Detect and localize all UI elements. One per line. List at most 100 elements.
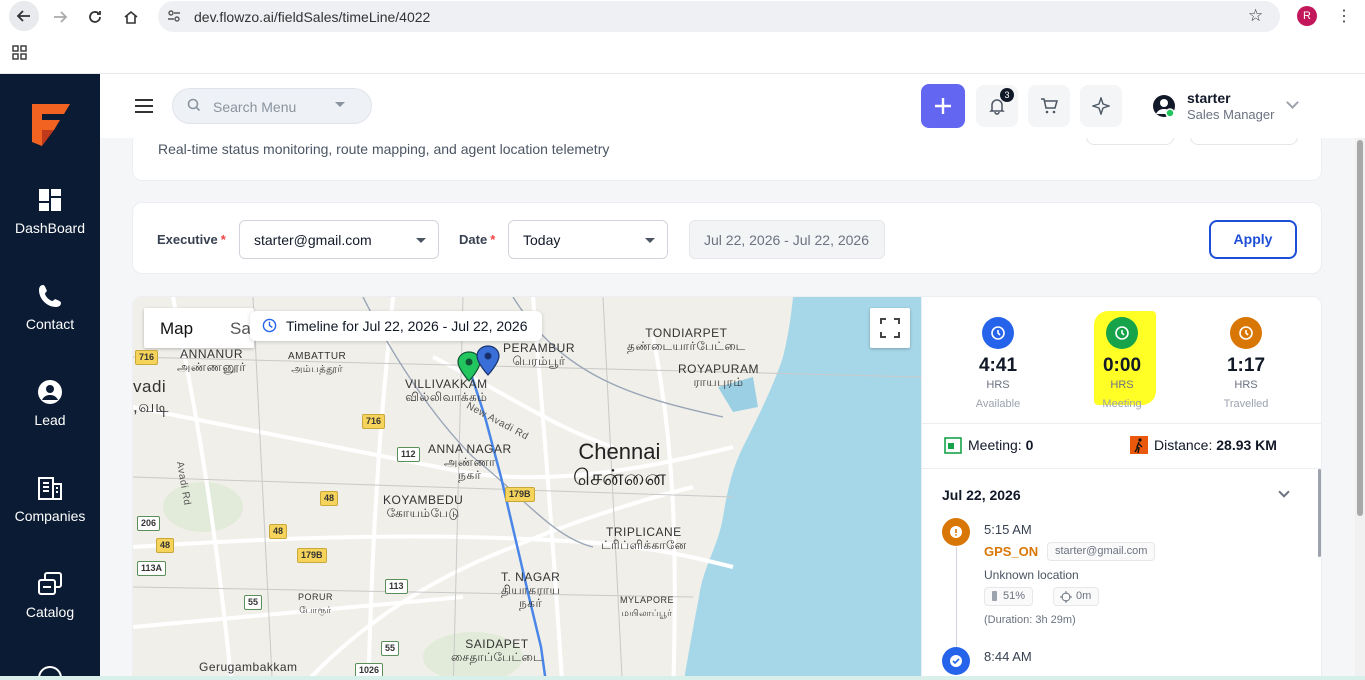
road-shield: 113A xyxy=(137,561,167,576)
event-time: 8:44 AM xyxy=(984,649,1032,664)
road-shield: 48 xyxy=(269,524,288,539)
travelled-value: 1:17 xyxy=(1226,355,1266,376)
sidebar-item-catalog[interactable]: Catalog xyxy=(0,570,100,622)
reload-button[interactable] xyxy=(82,4,108,30)
arrow-left-icon xyxy=(16,10,30,22)
accuracy-pill: 0m xyxy=(1053,587,1100,606)
dashboard-icon xyxy=(39,189,61,211)
fullscreen-button[interactable] xyxy=(870,308,910,348)
battery-pill: 51% xyxy=(984,587,1034,606)
user-role: Sales Manager xyxy=(1187,107,1275,122)
meeting-stat: 0:00 HRS Meeting xyxy=(1067,317,1177,410)
map-label-avadi: vadi ,வடி xyxy=(133,377,170,416)
gps-event-icon xyxy=(942,518,970,546)
map-type-tabs: Map Sa xyxy=(144,308,254,348)
browser-toolbar: dev.flowzo.ai/fieldSales/timeLine/4022 ☆… xyxy=(0,0,1365,74)
site-settings-icon[interactable] xyxy=(166,8,182,24)
sidebar-item-contact[interactable]: Contact xyxy=(0,282,100,334)
map-label-t-nagar: T. NAGAR தியாகராய நகர் xyxy=(501,570,561,610)
home-button[interactable] xyxy=(118,4,144,30)
battery-icon xyxy=(992,591,997,601)
filter-bar: Executive * starter@gmail.com Date * Today… xyxy=(132,202,1322,274)
timeline-scrollbar[interactable] xyxy=(1318,469,1321,557)
executive-select[interactable]: starter@gmail.com xyxy=(239,220,439,259)
user-avatar-icon[interactable] xyxy=(1152,94,1176,118)
url-text: dev.flowzo.ai/fieldSales/timeLine/4022 xyxy=(194,9,431,25)
travelled-stat: 1:17 HRS Travelled xyxy=(1191,317,1301,410)
sidebar-item-label: Catalog xyxy=(25,604,75,620)
header-action-button-1[interactable] xyxy=(1086,138,1174,145)
apps-grid-icon[interactable] xyxy=(12,45,28,64)
road-shield: 48 xyxy=(156,538,175,553)
apply-button[interactable]: Apply xyxy=(1209,220,1297,259)
meeting-unit: HRS xyxy=(1110,379,1134,391)
forward-button[interactable] xyxy=(47,4,73,30)
event-user-pill: starter@gmail.com xyxy=(1047,542,1156,561)
road-shield: 179B xyxy=(505,487,535,502)
notifications-button[interactable]: 3 xyxy=(976,85,1018,127)
phone-icon xyxy=(39,285,61,307)
user-menu-chevron-icon[interactable] xyxy=(1286,96,1299,109)
travelled-label: Travelled xyxy=(1223,398,1269,410)
clock-icon xyxy=(262,318,277,333)
meeting-calendar-icon xyxy=(944,437,962,454)
meeting-label: Meeting xyxy=(1102,398,1142,410)
header-action-button-2[interactable] xyxy=(1190,138,1298,145)
sidebar-item-label: Contact xyxy=(25,316,75,332)
map-label-triplicane: TRIPLICANE ட்ரிப்ளிக்கானே xyxy=(601,525,687,552)
ai-sparkle-button[interactable] xyxy=(1080,85,1122,127)
bookmark-star-icon[interactable]: ☆ xyxy=(1248,6,1263,26)
address-bar[interactable]: dev.flowzo.ai/fieldSales/timeLine/4022 xyxy=(158,1,1280,32)
add-button[interactable] xyxy=(921,84,965,128)
road-shield: 55 xyxy=(381,641,400,656)
tab-map[interactable]: Map xyxy=(160,319,193,339)
road-shield: 55 xyxy=(244,595,263,610)
cart-button[interactable] xyxy=(1028,85,1070,127)
distance-value: Distance: 28.93 KM xyxy=(1130,436,1277,454)
search-menu-input[interactable]: Search Menu xyxy=(172,88,372,124)
date-range-field[interactable]: Jul 22, 2026 - Jul 22, 2026 xyxy=(689,220,885,259)
sidebar-item-label: Companies xyxy=(14,508,86,524)
timeline-range-text: Timeline for Jul 22, 2026 - Jul 22, 2026 xyxy=(286,318,528,334)
notification-count-badge: 3 xyxy=(1000,88,1014,102)
building-icon xyxy=(38,477,62,500)
profile-avatar[interactable]: R xyxy=(1297,6,1317,26)
chevron-down-icon xyxy=(416,238,426,243)
date-label: Date * xyxy=(459,232,496,247)
page-scrollbar[interactable] xyxy=(1355,138,1365,676)
map-label-mylapore: MYLAPORE மயிலாப்பூர் xyxy=(620,595,675,618)
main-content: Real-time status monitoring, route mappi… xyxy=(100,138,1355,680)
map-label-chennai: Chennai சென்னை xyxy=(573,439,666,490)
user-name: starter xyxy=(1187,90,1231,106)
search-dropdown-icon[interactable] xyxy=(335,102,345,107)
map-label-gerugambakkam: Gerugambakkam xyxy=(199,660,298,674)
sidebar-item-label: DashBoard xyxy=(14,220,86,236)
travelled-unit: HRS xyxy=(1234,379,1258,391)
executive-label: Executive * xyxy=(157,232,226,247)
sidebar-item-dashboard[interactable]: DashBoard xyxy=(0,186,100,238)
available-value: 4:41 xyxy=(978,355,1018,376)
sidebar-item-companies[interactable]: Companies xyxy=(0,474,100,526)
timeline-range-chip: Timeline for Jul 22, 2026 - Jul 22, 2026 xyxy=(250,311,542,341)
bottom-strip xyxy=(0,676,1365,680)
search-icon xyxy=(187,98,201,112)
chevron-down-icon[interactable] xyxy=(1278,486,1290,498)
sidebar-item-lead[interactable]: Lead xyxy=(0,378,100,430)
road-shield: 716 xyxy=(135,350,159,365)
browser-menu-icon[interactable]: ⋮ xyxy=(1336,6,1352,26)
available-label: Available xyxy=(975,398,1021,410)
back-button[interactable] xyxy=(9,1,39,31)
cart-icon xyxy=(1041,98,1058,114)
road-shield: 716 xyxy=(362,414,386,429)
fullscreen-icon xyxy=(880,318,900,338)
date-select[interactable]: Today xyxy=(508,220,668,259)
sparkle-icon xyxy=(1092,97,1110,115)
route-map[interactable]: Map Sa Timeline for Jul 22, 2026 - Jul 2… xyxy=(133,297,921,680)
meeting-count: Meeting: 0 xyxy=(944,437,1033,454)
home-icon xyxy=(124,10,138,24)
crosshair-icon xyxy=(1060,591,1072,603)
tab-satellite[interactable]: Sa xyxy=(230,319,251,339)
map-label-porur: PORUR போரூர் xyxy=(298,592,334,615)
available-stat: 4:41 HRS Available xyxy=(943,317,1053,410)
menu-toggle-icon[interactable] xyxy=(135,99,153,117)
